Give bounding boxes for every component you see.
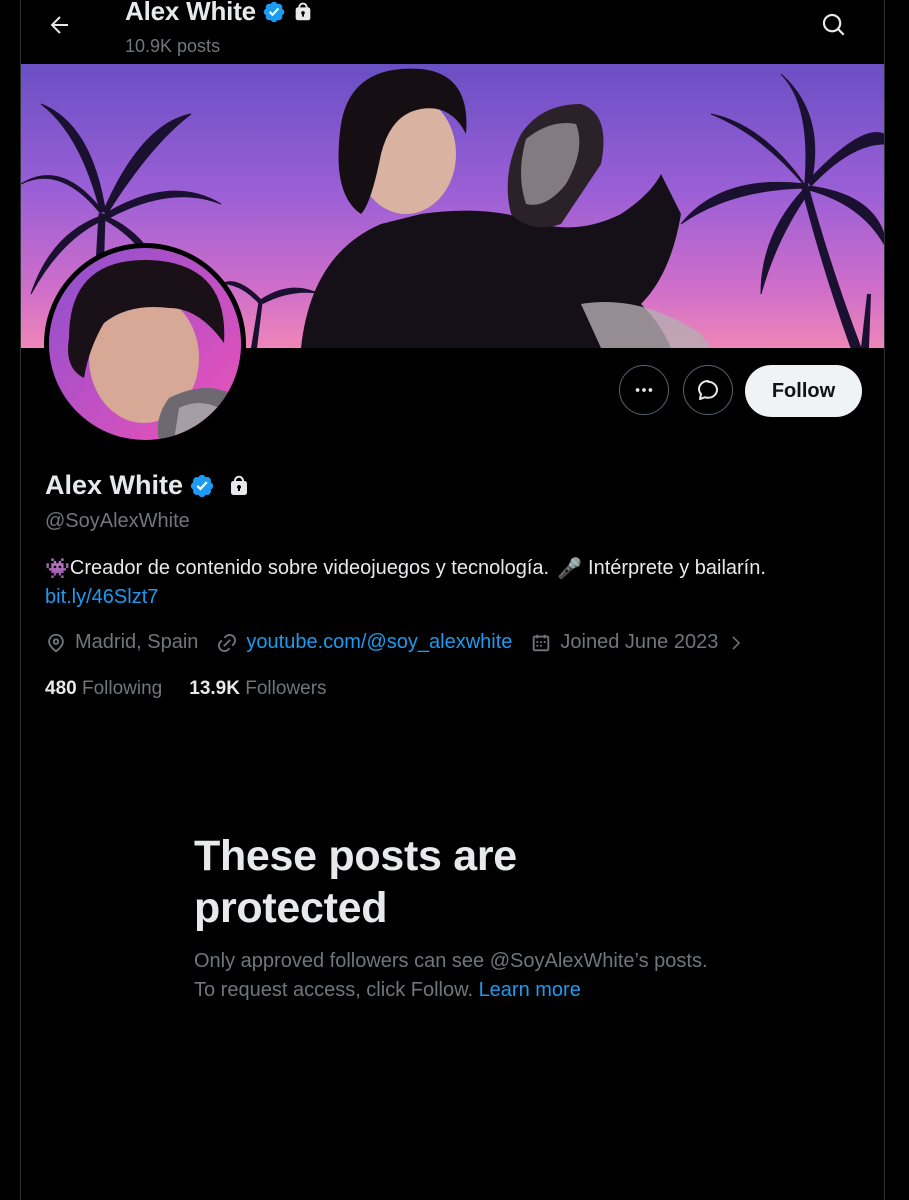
more-dots-icon	[635, 388, 653, 392]
location-text: Madrid, Spain	[75, 631, 199, 653]
header-name: Alex White	[125, 0, 256, 26]
profile-stats: 480 Following 13.9K Followers	[45, 678, 354, 700]
location-item: Madrid, Spain	[45, 631, 198, 654]
profile-bio: 👾 Creador de contenido sobre videojuegos …	[45, 556, 766, 581]
message-button[interactable]	[683, 365, 733, 415]
verified-badge-icon	[263, 1, 285, 22]
profile-name-row: Alex White	[45, 470, 251, 501]
header-name-row: Alex White	[125, 0, 314, 27]
profile-handle: @SoyAlexWhite	[45, 510, 190, 532]
joined-item[interactable]: Joined June 2023	[530, 631, 744, 654]
back-button[interactable]	[40, 6, 78, 44]
website-item: youtube.com/@soy_alexwhite	[216, 631, 512, 654]
lock-icon	[295, 2, 311, 20]
joined-text: Joined June 2023	[560, 631, 719, 653]
arrow-left-icon	[50, 16, 68, 34]
avatar-image	[49, 248, 241, 440]
profile-meta-row: Madrid, Spain youtube.com/@soy_alexwhite…	[45, 631, 762, 654]
following-count: 480	[45, 678, 77, 699]
space-invader-emoji: 👾	[45, 558, 70, 580]
message-icon	[698, 380, 718, 400]
location-pin-icon	[48, 633, 64, 652]
page-border-right	[884, 0, 885, 1200]
profile-header: Alex White 10.9K posts	[0, 0, 909, 64]
protected-message: Only approved followers can see @SoyAlex…	[194, 947, 714, 1005]
header-posts-count: 10.9K posts	[125, 36, 221, 56]
protected-title: These posts are protected	[194, 832, 517, 932]
follow-button[interactable]: Follow	[745, 365, 862, 417]
followers-label: Followers	[245, 678, 327, 699]
link-icon	[218, 633, 237, 652]
chevron-right-icon	[732, 635, 741, 650]
website-link[interactable]: youtube.com/@soy_alexwhite	[246, 631, 512, 654]
followers-count: 13.9K	[189, 678, 240, 699]
search-icon	[822, 13, 845, 36]
calendar-icon	[533, 634, 550, 651]
bio-text-1: Creador de contenido sobre videojuegos y…	[69, 557, 550, 579]
search-button[interactable]	[815, 6, 853, 44]
verified-badge-icon[interactable]	[189, 473, 215, 499]
microphone-emoji: 🎤	[557, 558, 583, 580]
following-stat[interactable]: 480 Following	[45, 678, 162, 700]
learn-more-link[interactable]: Learn more	[479, 979, 581, 1001]
display-name: Alex White	[45, 470, 184, 500]
bio-link[interactable]: bit.ly/46Slzt7	[45, 586, 158, 609]
more-options-button[interactable]	[619, 365, 669, 415]
lock-icon	[231, 475, 248, 495]
protected-message-text: Only approved followers can see @SoyAlex…	[194, 950, 708, 1001]
followers-stat[interactable]: 13.9K Followers	[189, 678, 326, 700]
following-label: Following	[81, 678, 163, 699]
profile-avatar[interactable]	[44, 243, 246, 445]
bio-text-2: Intérprete y bailarín.	[588, 557, 766, 579]
